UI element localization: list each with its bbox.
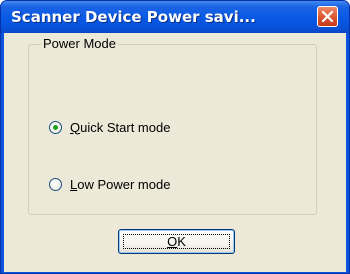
- low-power-radio[interactable]: Low Power mode: [49, 176, 170, 192]
- title-bar[interactable]: Scanner Device Power savi...: [1, 1, 349, 33]
- radio-button-unselected-icon[interactable]: [49, 177, 62, 191]
- radio-button-selected-icon[interactable]: [49, 120, 62, 134]
- dialog-window: Scanner Device Power savi... Power Mode …: [0, 0, 350, 274]
- radio-dot-icon: [53, 124, 58, 130]
- quick-start-radio[interactable]: Quick Start mode: [49, 119, 170, 135]
- power-mode-legend: Power Mode: [41, 36, 118, 51]
- quick-start-label[interactable]: Quick Start mode: [70, 120, 170, 135]
- ok-button[interactable]: OK: [118, 229, 235, 254]
- low-power-label[interactable]: Low Power mode: [70, 177, 170, 192]
- window-title: Scanner Device Power savi...: [11, 8, 256, 26]
- ok-button-label: OK: [167, 234, 186, 249]
- close-icon: [321, 10, 334, 23]
- close-button[interactable]: [317, 6, 338, 27]
